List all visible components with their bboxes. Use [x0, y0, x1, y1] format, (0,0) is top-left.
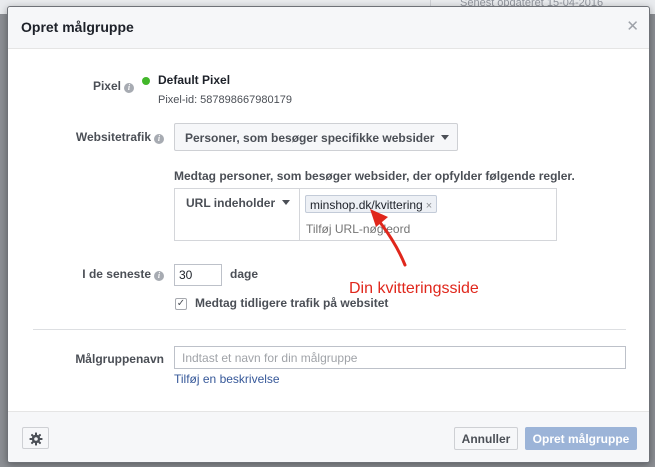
- annotation-arrow: [370, 209, 407, 267]
- create-audience-dialog: Opret målgruppe ✕ Pixel i Default Pixel P…: [7, 6, 650, 463]
- annotation-text: Din kvitteringsside: [349, 280, 479, 297]
